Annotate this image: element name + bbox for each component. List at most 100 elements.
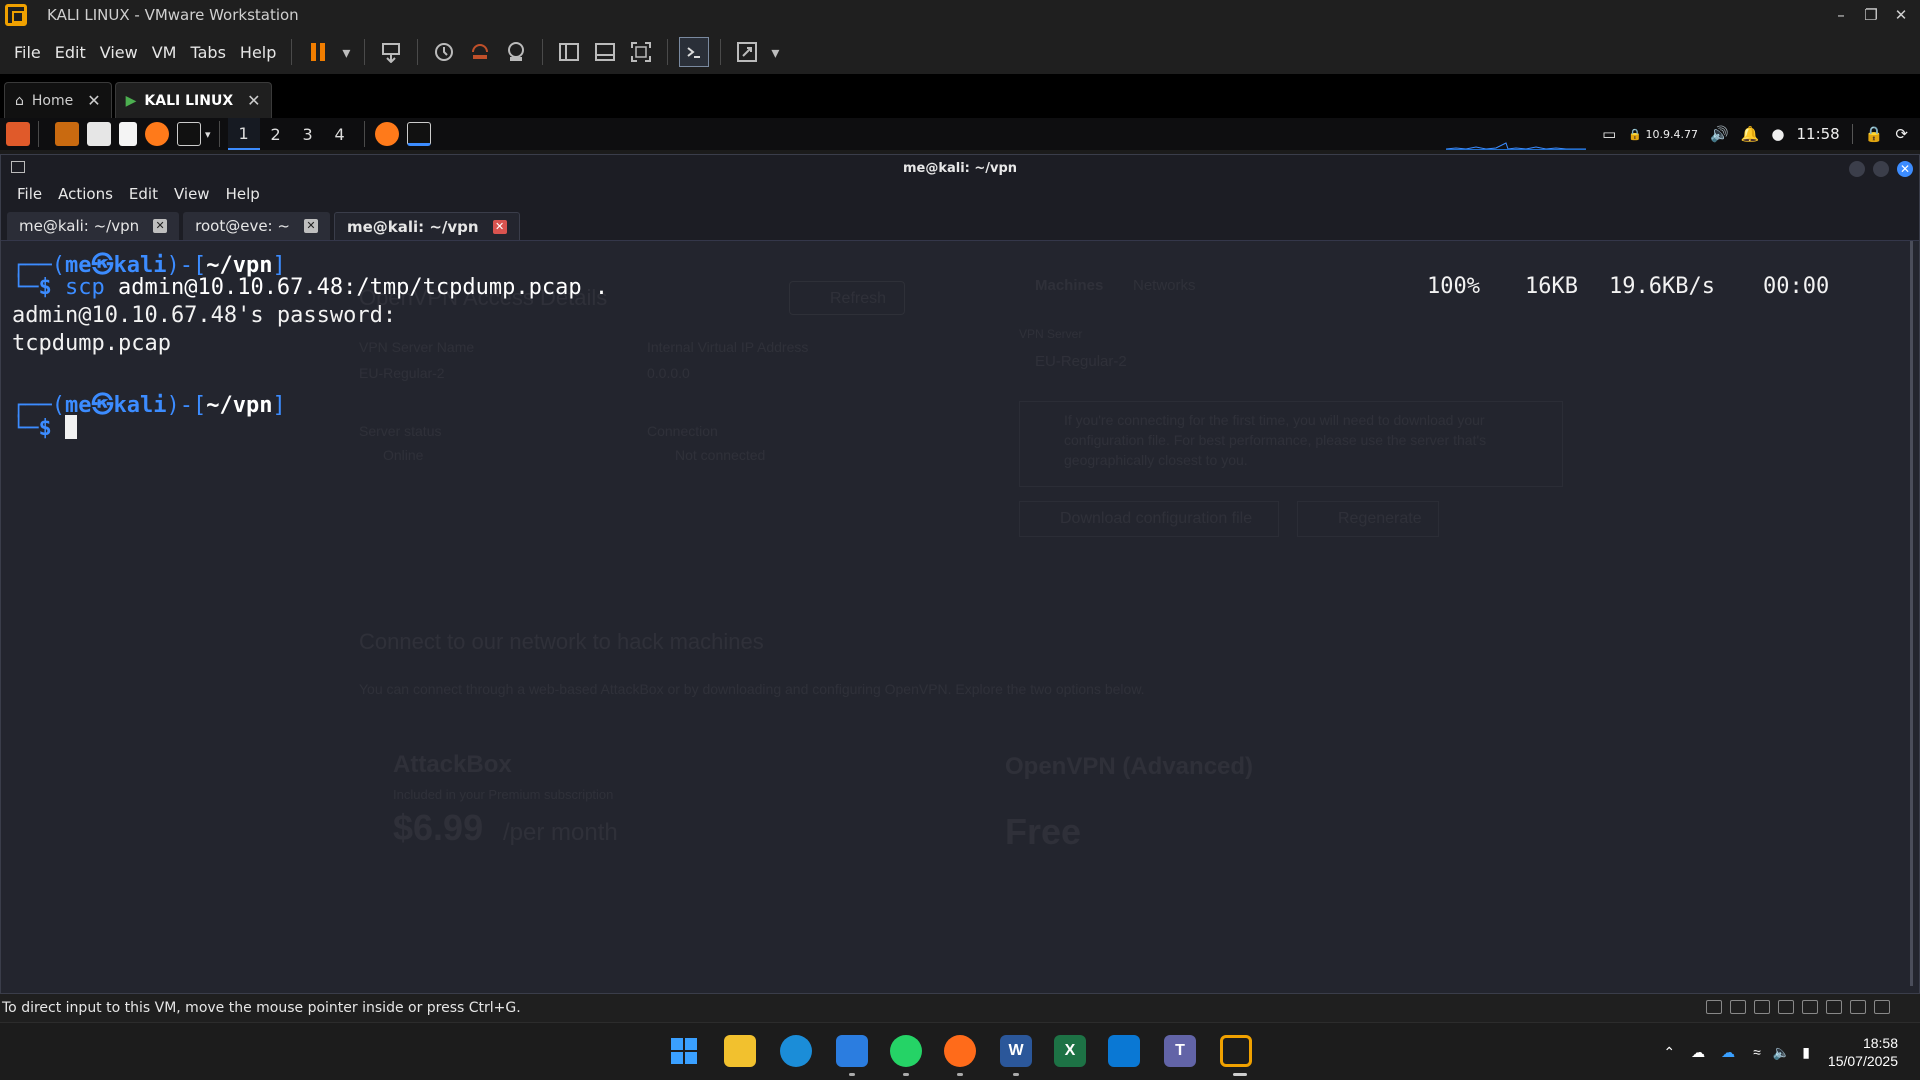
text-editor-icon[interactable] — [119, 122, 137, 146]
terminal-menu-view[interactable]: View — [166, 185, 218, 203]
taskbar-clock[interactable]: 18:58 15/07/2025 — [1828, 1034, 1898, 1070]
vmware-statusbar: To direct input to this VM, move the mou… — [0, 994, 1920, 1022]
home-icon: ⌂ — [15, 92, 24, 109]
teams-icon[interactable]: T — [1164, 1035, 1196, 1067]
terminal-title: me@kali: ~/vpn — [902, 160, 1018, 176]
terminal-close-icon[interactable]: ✕ — [1897, 161, 1913, 177]
close-icon[interactable]: ✕ — [1886, 0, 1916, 30]
close-tab-icon[interactable]: ✕ — [247, 91, 260, 110]
menu-vm[interactable]: VM — [145, 43, 184, 62]
menu-edit[interactable]: Edit — [48, 43, 93, 62]
send-ctrl-alt-del-icon[interactable] — [376, 37, 406, 67]
terminal-menu-edit[interactable]: Edit — [121, 185, 166, 203]
terminal-menu-file[interactable]: File — [9, 185, 50, 203]
terminal-maximize-icon[interactable] — [1873, 161, 1889, 177]
prompt-path: ~/vpn — [206, 393, 273, 418]
file-manager-icon[interactable] — [87, 122, 111, 146]
network-adapter-icon[interactable] — [1754, 1000, 1770, 1014]
wifi-icon[interactable]: ≈ — [1753, 1044, 1761, 1060]
workspace-3[interactable]: 3 — [292, 118, 324, 150]
snapshot-icon[interactable] — [429, 37, 459, 67]
close-tab-icon[interactable]: ✕ — [153, 219, 168, 233]
printer-icon[interactable] — [1826, 1000, 1842, 1014]
input-line[interactable]: └─$ — [12, 415, 77, 441]
terminal-window-icon[interactable] — [406, 122, 431, 146]
volume-icon[interactable]: 🔈 — [1773, 1044, 1790, 1061]
terminal-tab-1[interactable]: me@kali: ~/vpn ✕ — [7, 212, 180, 240]
menu-tabs[interactable]: Tabs — [183, 43, 232, 62]
terminal-minimize-icon[interactable] — [1849, 161, 1865, 177]
display-icon[interactable] — [1850, 1000, 1866, 1014]
workspace-1[interactable]: 1 — [227, 118, 260, 150]
tab-home[interactable]: ⌂ Home ✕ — [4, 82, 112, 118]
show-thumbnail-bar-icon[interactable] — [590, 37, 620, 67]
sound-card-icon[interactable] — [1778, 1000, 1794, 1014]
firefox-icon[interactable] — [944, 1035, 976, 1067]
cd-dvd-icon[interactable] — [1730, 1000, 1746, 1014]
logout-icon[interactable]: ⟳ — [1895, 125, 1908, 143]
usb-icon[interactable] — [1802, 1000, 1818, 1014]
close-tab-icon[interactable]: ✕ — [87, 91, 100, 110]
menu-file[interactable]: File — [7, 43, 48, 62]
vpn-ip-indicator[interactable]: 🔒 10.9.4.77 — [1628, 128, 1698, 141]
pause-icon[interactable] — [303, 37, 333, 67]
pause-dropdown-icon[interactable]: ▾ — [339, 37, 353, 67]
excel-icon[interactable]: X — [1054, 1035, 1086, 1067]
command-line: └─$ scp admin@10.10.67.48:/tmp/tcpdump.p… — [12, 275, 609, 300]
word-icon[interactable]: W — [1000, 1035, 1032, 1067]
menu-help[interactable]: Help — [233, 43, 283, 62]
console-view-icon[interactable] — [679, 37, 710, 67]
panel-clock[interactable]: 11:58 — [1797, 125, 1840, 143]
workspace-2[interactable]: 2 — [260, 118, 292, 150]
snapshot-manager-icon[interactable] — [501, 37, 531, 67]
launcher-dropdown-icon[interactable]: ▾ — [205, 128, 211, 141]
battery-icon[interactable]: ▮ — [1802, 1044, 1810, 1061]
vscode-icon[interactable] — [1108, 1035, 1140, 1067]
revert-snapshot-icon[interactable] — [465, 37, 495, 67]
notepad-icon[interactable] — [836, 1035, 868, 1067]
toolbar-separator — [667, 39, 669, 65]
show-library-icon[interactable] — [554, 37, 584, 67]
terminal-output[interactable]: ┌──(me㉿kali)-[~/vpn] └─$ scp admin@10.10… — [1, 241, 1906, 993]
workspace-4[interactable]: 4 — [324, 118, 356, 150]
stretch-dropdown-icon[interactable]: ▾ — [768, 37, 782, 67]
vmware-taskbar-icon[interactable] — [1220, 1035, 1252, 1067]
terminal-menu-help[interactable]: Help — [218, 185, 268, 203]
notifications-icon[interactable]: 🔔 — [1741, 125, 1760, 143]
toolbar-separator — [542, 39, 544, 65]
start-icon[interactable] — [668, 1035, 700, 1067]
kali-menu-icon[interactable] — [6, 122, 30, 146]
volume-icon[interactable]: 🔊 — [1710, 125, 1729, 143]
terminal-menubar: File Actions Edit View Help — [1, 181, 1919, 207]
terminal-scrollbar[interactable] — [1910, 241, 1913, 986]
file-explorer-icon[interactable] — [724, 1035, 756, 1067]
restore-icon[interactable]: ❐ — [1856, 0, 1886, 30]
menu-view[interactable]: View — [93, 43, 145, 62]
onedrive-warning-icon[interactable]: ☁ — [1691, 1044, 1705, 1061]
terminal-tab-2[interactable]: root@eve: ~ ✕ — [183, 212, 330, 240]
toolbar-separator — [364, 39, 366, 65]
vmware-titlebar: KALI LINUX - VMware Workstation – ❐ ✕ — [0, 0, 1920, 30]
close-tab-icon[interactable]: ✕ — [492, 219, 507, 234]
tab-kali-linux[interactable]: ▶ KALI LINUX ✕ — [114, 82, 272, 118]
display-icon[interactable]: ▭ — [1602, 125, 1616, 143]
firefox-window-icon[interactable] — [374, 122, 399, 146]
stretch-guest-icon[interactable] — [732, 37, 762, 67]
edge-icon[interactable] — [780, 1035, 812, 1067]
full-screen-icon[interactable] — [626, 37, 656, 67]
vm-device-icons — [1706, 1000, 1890, 1014]
minimize-icon[interactable]: – — [1826, 0, 1856, 30]
terminal-menu-actions[interactable]: Actions — [50, 185, 121, 203]
toolbar-separator — [291, 39, 293, 65]
hard-disk-icon[interactable] — [1706, 1000, 1722, 1014]
terminal-launcher-icon[interactable] — [177, 122, 201, 146]
lock-icon[interactable]: 🔒 — [1865, 125, 1884, 143]
firefox-icon[interactable] — [145, 122, 169, 146]
terminal-tab-3[interactable]: me@kali: ~/vpn ✕ — [333, 212, 520, 240]
whatsapp-icon[interactable] — [890, 1035, 922, 1067]
onedrive-icon[interactable]: ☁ — [1721, 1044, 1735, 1061]
message-log-icon[interactable] — [1874, 1000, 1890, 1014]
show-hidden-icons-icon[interactable]: ⌃ — [1663, 1044, 1675, 1061]
show-desktop-icon[interactable] — [55, 122, 79, 146]
close-tab-icon[interactable]: ✕ — [303, 219, 318, 233]
